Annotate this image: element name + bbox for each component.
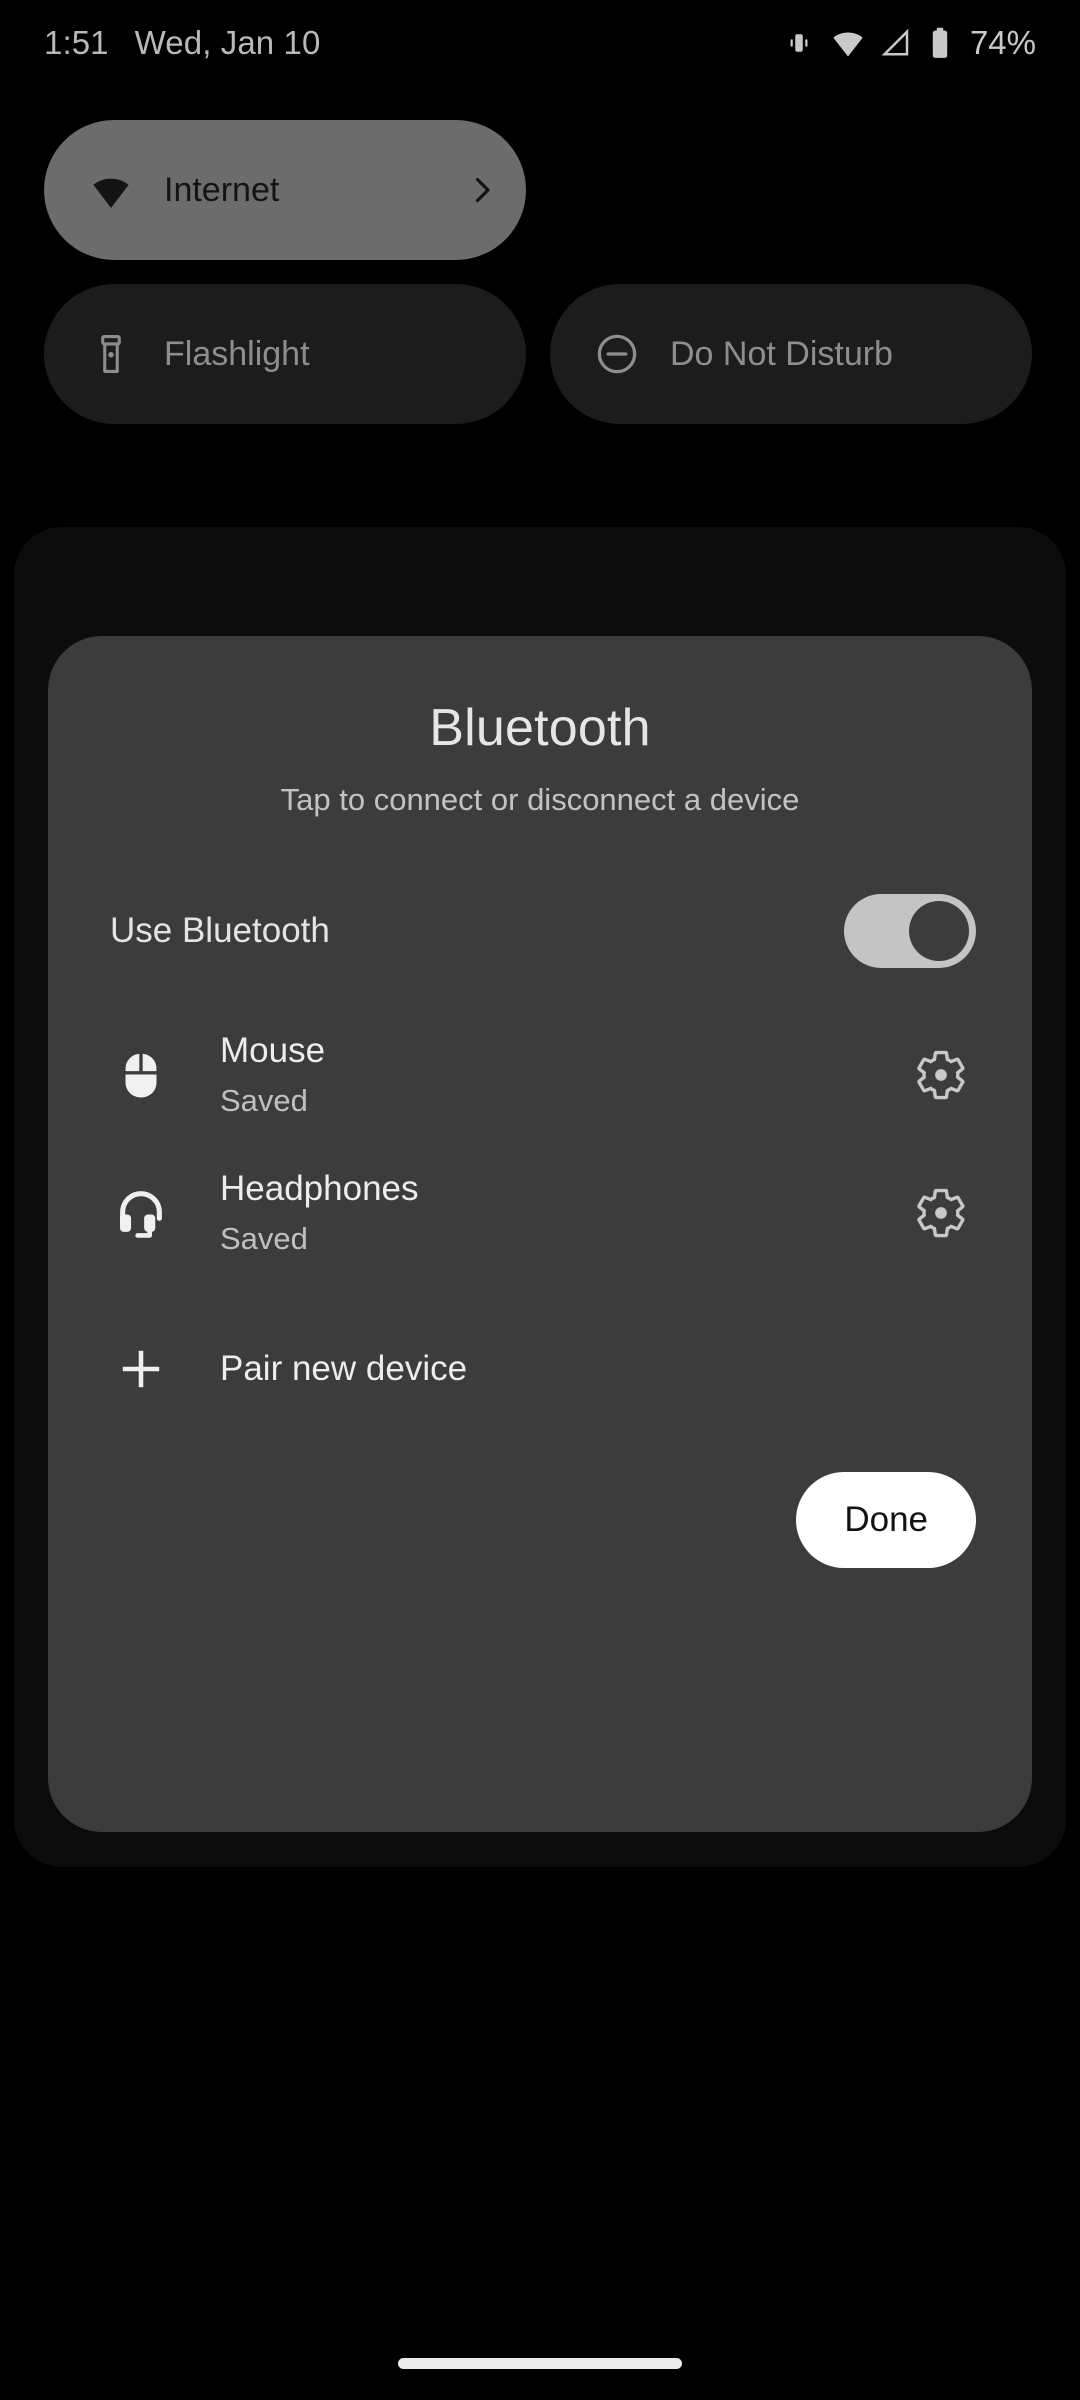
bluetooth-dialog: Bluetooth Tap to connect or disconnect a… (48, 636, 1032, 1832)
pair-new-device-label: Pair new device (220, 1349, 468, 1388)
pair-new-device-row[interactable]: Pair new device (104, 1304, 976, 1434)
use-bluetooth-row[interactable]: Use Bluetooth (104, 890, 976, 972)
cellular-signal-icon (881, 28, 912, 58)
device-text-headphones: Headphones Saved (220, 1168, 906, 1257)
vibrate-icon (784, 28, 814, 58)
gesture-nav-handle[interactable] (398, 2358, 682, 2369)
device-row-mouse[interactable]: Mouse Saved (104, 1006, 976, 1144)
status-bar: 1:51 Wed, Jan 10 74% (0, 0, 1080, 86)
dialog-subtitle: Tap to connect or disconnect a device (280, 782, 800, 817)
battery-percent: 74% (969, 24, 1036, 61)
status-bar-left: 1:51 Wed, Jan 10 (44, 24, 320, 62)
done-button[interactable]: Done (796, 1472, 976, 1568)
tile-row-1: Internet (0, 120, 1080, 260)
android-quick-settings-screen: 1:51 Wed, Jan 10 74% Internet Flashlight… (0, 0, 1080, 2400)
tile-internet-label: Internet (164, 170, 280, 209)
device-status: Saved (220, 1083, 308, 1119)
battery-icon (929, 27, 951, 59)
chevron-right-icon[interactable] (464, 172, 500, 208)
do-not-disturb-icon (590, 331, 644, 377)
toggle-knob (909, 901, 969, 961)
gear-icon[interactable] (906, 1186, 976, 1240)
status-date: Wed, Jan 10 (134, 24, 321, 61)
device-name: Mouse (220, 1030, 326, 1070)
tile-do-not-disturb[interactable]: Do Not Disturb (550, 284, 1032, 424)
device-status: Saved (220, 1221, 308, 1257)
device-row-headphones[interactable]: Headphones Saved (104, 1144, 976, 1282)
device-text-mouse: Mouse Saved (220, 1030, 906, 1119)
status-bar-right: 74% (784, 24, 1036, 62)
wifi-icon (831, 26, 865, 60)
wifi-icon (84, 166, 138, 214)
tile-internet[interactable]: Internet (44, 120, 526, 260)
use-bluetooth-toggle[interactable] (844, 894, 976, 968)
headphones-icon (104, 1184, 178, 1242)
dialog-title: Bluetooth (429, 699, 651, 757)
quick-settings-tiles: Internet Flashlight Do Not Disturb (0, 120, 1080, 448)
mouse-icon (104, 1046, 178, 1104)
paired-device-list: Mouse Saved Headphones Saved (104, 1006, 976, 1282)
dialog-actions: Done (104, 1472, 976, 1568)
tile-row-2: Flashlight Do Not Disturb (0, 284, 1080, 424)
gear-icon[interactable] (906, 1048, 976, 1102)
tile-do-not-disturb-label: Do Not Disturb (670, 334, 893, 373)
use-bluetooth-label: Use Bluetooth (110, 911, 330, 950)
status-time: 1:51 (44, 24, 109, 61)
tile-flashlight[interactable]: Flashlight (44, 284, 526, 424)
flashlight-icon (84, 332, 138, 376)
tile-flashlight-label: Flashlight (164, 334, 310, 373)
plus-icon (104, 1343, 178, 1395)
device-name: Headphones (220, 1168, 419, 1208)
